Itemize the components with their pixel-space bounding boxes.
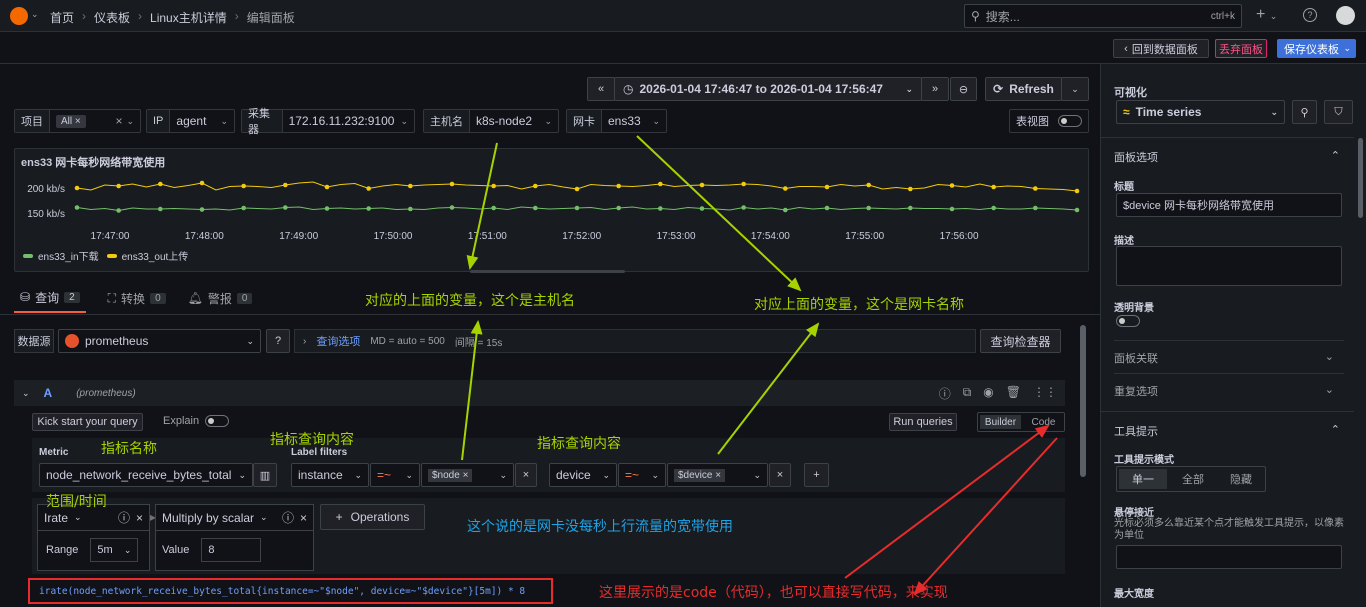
arrow-nic-up [636, 135, 802, 292]
annotation-bandwidth: 这个说的是网卡没每秒上行流量的宽带使用 [467, 519, 733, 535]
arrow-code-1 [844, 424, 1050, 579]
arrow-hostname-up [466, 142, 498, 270]
annotation-metric: 指标名称 [101, 441, 157, 457]
annotation-query2: 指标查询内容 [537, 436, 621, 452]
annotation-nic: 对应上面的变量，这个是网卡名称 [754, 297, 964, 313]
arrow-hostname-down [461, 320, 483, 461]
annotation-code: 这里展示的是code（代码），也可以直接写代码，来实现 [599, 585, 948, 601]
annotation-hostname: 对应的上面的变量，这个是主机名 [365, 293, 575, 309]
annotation-query1: 指标查询内容 [270, 432, 354, 448]
arrow-nic-down [717, 322, 820, 455]
arrow-code-2 [913, 437, 1058, 596]
annotation-range: 范围/时间 [46, 494, 107, 510]
